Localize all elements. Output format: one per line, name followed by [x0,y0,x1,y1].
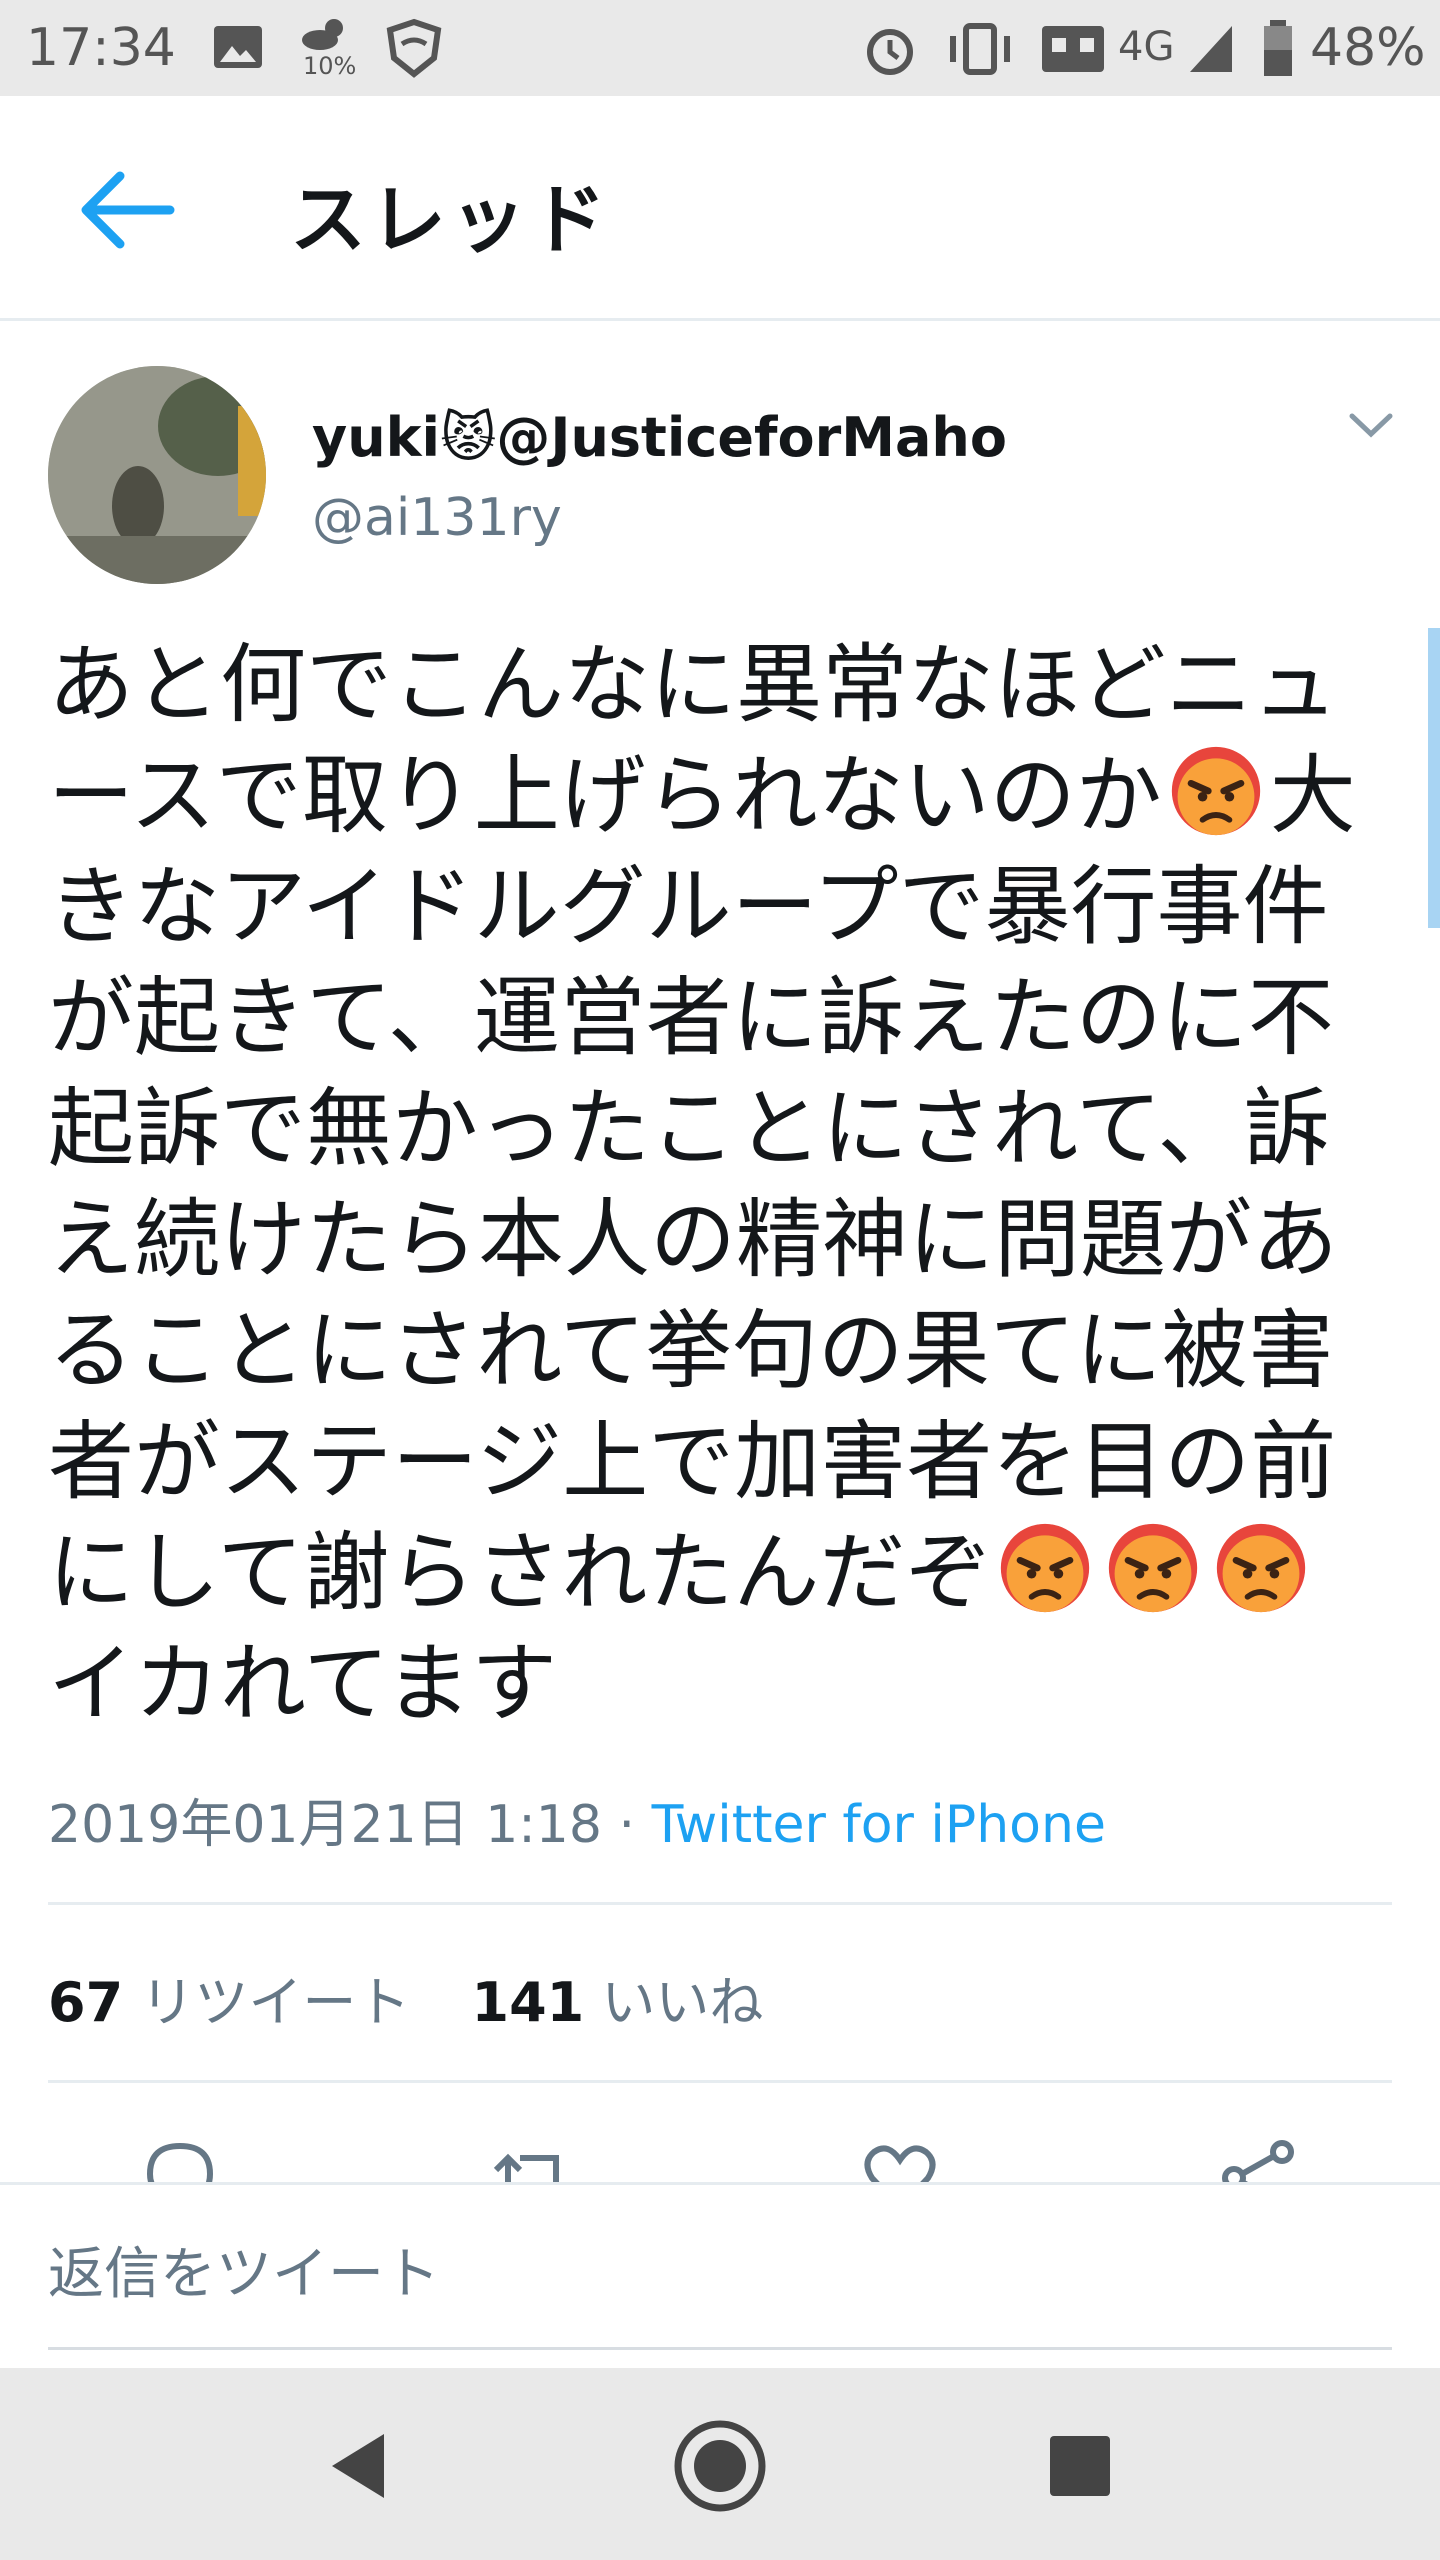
weather-percent: 10% [303,52,357,80]
home-circle-icon[interactable] [670,2416,770,2516]
retweet-count: 67 [48,1971,124,2034]
signal-icon [1190,26,1232,72]
tweet-actions [0,2138,1440,2182]
angry-face-emoji [1001,1523,1090,1613]
tweet-text-part-2: 大きなアイドルグループで暴行事件が起きて、運営者に訴えたのに不起訴で無かったこと… [48,746,1356,1623]
retweet-icon[interactable] [492,2138,572,2182]
tweet-text: あと何でこんなに異常なほどニュースで取り上げられないのか 大きなアイドルグループで… [48,630,1398,1740]
retweet-count-link[interactable]: 67 リツイート [48,1971,454,2034]
angry-face-emoji [1171,746,1260,836]
voicemail-icon [1042,26,1104,72]
battery-percent: 48% [1310,18,1426,78]
retweet-label: リツイート [140,1971,411,2034]
shield-icon [386,18,442,78]
reply-bar: 返信をツイート [0,2182,1440,2371]
alarm-icon [867,29,913,75]
vibrate-icon [950,23,1010,75]
network-type: 4G [1118,24,1175,70]
back-triangle-icon[interactable] [310,2416,410,2516]
reply-input[interactable]: 返信をツイート [48,2229,440,2310]
angry-face-emoji [1109,1523,1198,1613]
tweet-meta: 2019年01月21日 1:18 · Twitter for iPhone [48,1782,1106,1857]
username[interactable]: @ai131ry [312,488,562,548]
meta-separator: · [601,1795,652,1855]
display-name[interactable]: yuki😾@JusticeforMaho [312,406,1007,469]
like-count-link[interactable]: 141 いいね [472,1971,808,2034]
app-header: スレッド [0,96,1440,321]
angry-face-emoji [1217,1523,1306,1613]
heart-icon[interactable] [860,2138,940,2182]
divider [48,1902,1392,1905]
reply-icon[interactable] [140,2138,220,2182]
timestamp: 2019年01月21日 1:18 [48,1795,602,1855]
status-bar: 17:34 10% 4G 48% [0,0,1440,96]
weather-icon [302,19,343,50]
chevron-down-icon[interactable] [1346,404,1396,444]
nav-bar [0,2368,1440,2560]
tweet-text-part-1: あと何でこんなに異常なほどニュースで取り上げられないのか [48,635,1338,846]
like-label: いいね [601,1971,764,2034]
back-arrow-icon[interactable] [80,170,176,250]
avatar[interactable] [48,366,266,584]
reply-underline [48,2347,1392,2350]
clock: 17:34 [26,18,176,78]
tweet-text-part-3: イカれてます [48,1634,558,1734]
divider [48,2080,1392,2083]
like-count: 141 [471,1971,585,2034]
recents-square-icon[interactable] [1030,2416,1130,2516]
engagement-stats: 67 リツイート 141 いいね [48,1958,807,2037]
scrollbar[interactable] [1428,628,1440,928]
page-title: スレッド [290,175,610,264]
source-link[interactable]: Twitter for iPhone [652,1795,1106,1855]
image-icon [214,26,262,68]
battery-icon [1264,20,1292,76]
share-icon[interactable] [1218,2138,1298,2182]
